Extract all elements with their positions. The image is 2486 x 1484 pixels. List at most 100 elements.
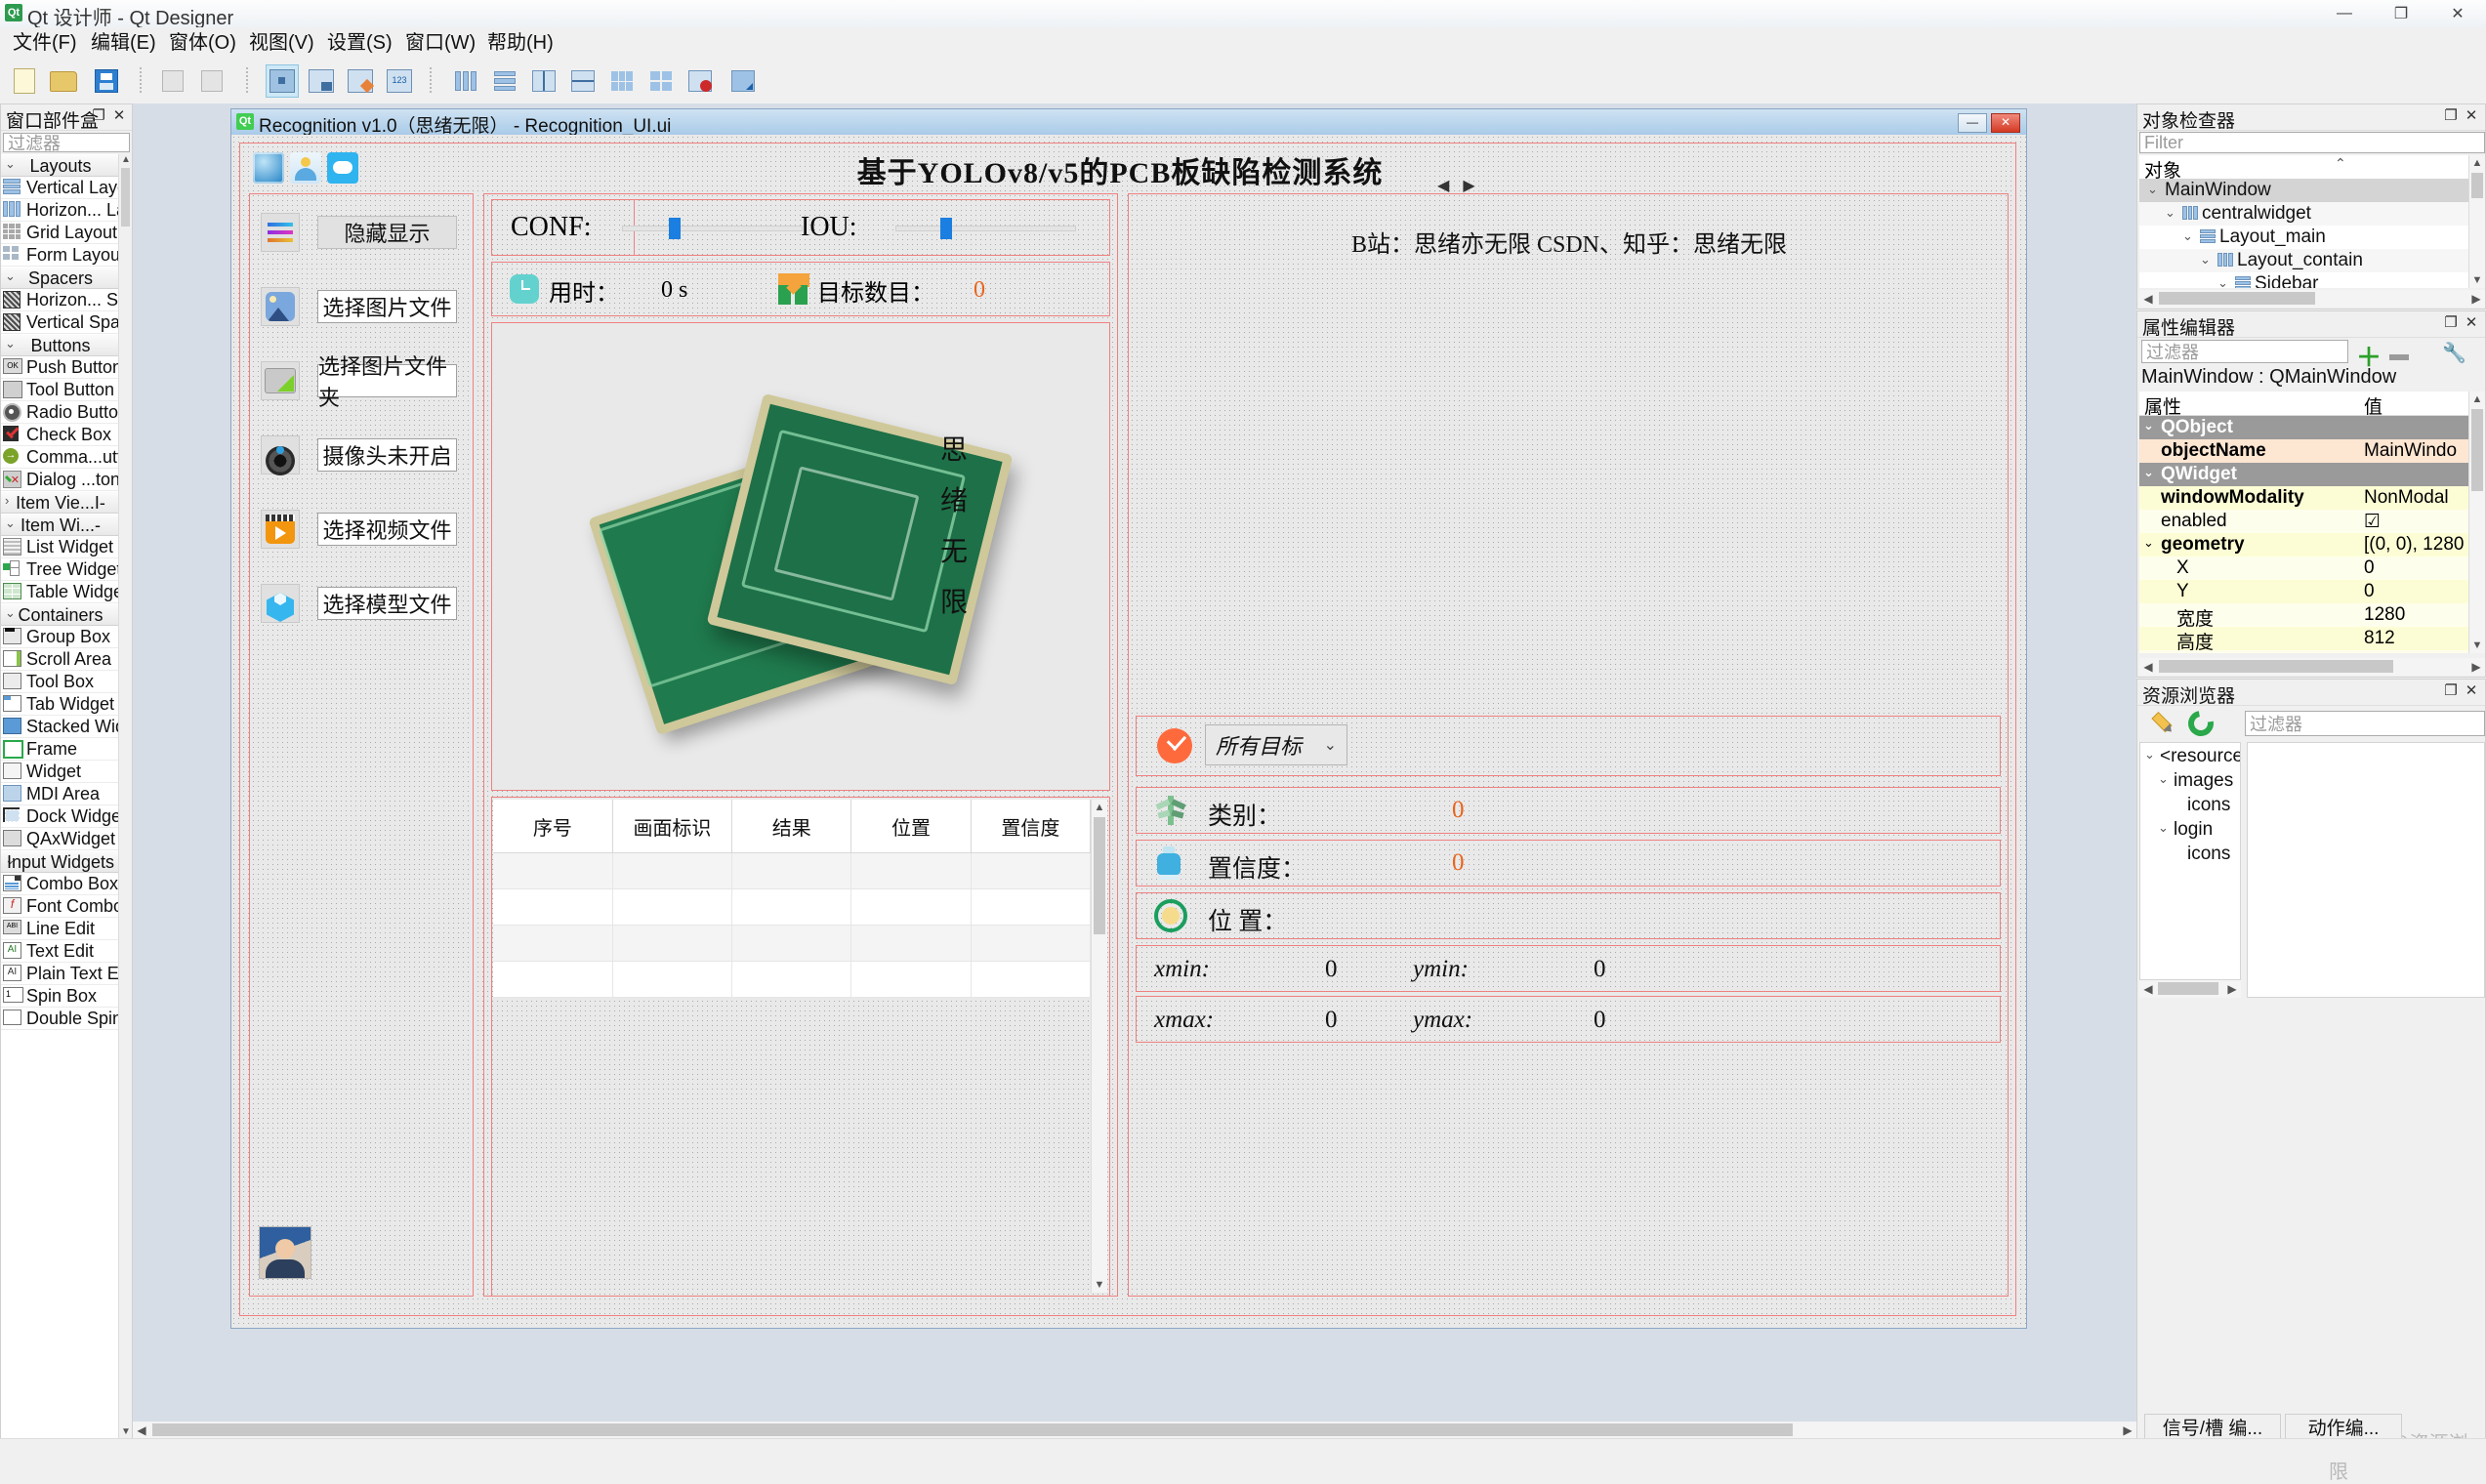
target-select[interactable]: 所有目标 ⌄: [1205, 724, 1347, 765]
adjust-size-button[interactable]: [726, 64, 760, 98]
user-icon[interactable]: [290, 152, 321, 184]
table-cell[interactable]: [971, 961, 1092, 998]
new-form-button[interactable]: [8, 64, 41, 98]
widget-box-item-12[interactable]: Check Box: [1, 424, 132, 446]
results-table-scrollbar[interactable]: ▲ ▼: [1091, 800, 1107, 1293]
edit-signals-button[interactable]: [305, 64, 338, 98]
widget-box-group-31[interactable]: ⌄ Input Widgets: [1, 850, 132, 873]
widget-box-group-0[interactable]: ⌄ Layouts: [1, 154, 132, 177]
menu-item-5[interactable]: 窗口(W): [396, 31, 484, 55]
table-cell[interactable]: [612, 888, 733, 926]
layout-form-button[interactable]: [644, 64, 678, 98]
widget-box-item-23[interactable]: Tool Box: [1, 671, 132, 693]
sidebar-button-3[interactable]: 摄像头未开启: [317, 438, 457, 472]
table-column-header-1[interactable]: 画面标识: [612, 800, 733, 853]
widget-box-item-9[interactable]: OK Push Button: [1, 356, 132, 379]
table-cell[interactable]: [493, 888, 613, 926]
widget-box-item-17[interactable]: List Widget: [1, 536, 132, 558]
menu-item-3[interactable]: 视图(V): [240, 31, 323, 55]
menu-item-0[interactable]: 文件(F): [4, 31, 86, 55]
break-layout-button[interactable]: [684, 64, 717, 98]
open-form-button[interactable]: [47, 64, 80, 98]
property-row-10[interactable]: ⌄ sizePolicy [Preferred, I: [2139, 650, 2469, 653]
nav-next-icon[interactable]: ▶: [1463, 178, 1488, 194]
mdi-horizontal-scrollbar[interactable]: ◀ ▶: [133, 1422, 2136, 1439]
property-value[interactable]: MainWindo: [2364, 440, 2457, 462]
table-row[interactable]: [493, 961, 1092, 998]
object-inspector-filter-input[interactable]: Filter: [2139, 132, 2485, 153]
property-editor-filter-input[interactable]: 过滤器: [2141, 340, 2348, 363]
table-column-header-0[interactable]: 序号: [493, 800, 613, 853]
table-cell[interactable]: [493, 925, 613, 962]
widget-box-item-7[interactable]: Vertical Spacer: [1, 311, 132, 334]
chevron-down-icon[interactable]: ⌄: [2147, 182, 2158, 197]
widget-box-item-33[interactable]: f Font Combo Box: [1, 895, 132, 918]
chevron-down-icon[interactable]: ⌄: [2158, 771, 2169, 787]
table-cell[interactable]: [493, 961, 613, 998]
resource-tree[interactable]: ⌄ <resource ... ⌄ images icons ⌄ login icons: [2139, 742, 2241, 980]
resource-tree-node-2[interactable]: icons: [2140, 794, 2240, 818]
layout-horizontal-button[interactable]: [449, 64, 482, 98]
chevron-down-icon[interactable]: ⌄: [2182, 228, 2193, 244]
chevron-down-icon[interactable]: ⌄: [2165, 205, 2175, 221]
widget-box-scrollbar[interactable]: ▲ ▼: [118, 154, 132, 1438]
table-row[interactable]: [493, 925, 1092, 962]
object-inspector-close-button[interactable]: ✕: [2463, 107, 2480, 125]
object-inspector-float-button[interactable]: ❐: [2442, 107, 2460, 125]
menu-item-1[interactable]: 编辑(E): [82, 31, 165, 55]
property-value[interactable]: [Preferred, I: [2364, 651, 2462, 653]
widget-box-item-14[interactable]: ✕ Dialog ...ton Box: [1, 469, 132, 491]
property-row-1[interactable]: objectName MainWindo: [2139, 439, 2469, 463]
widget-box-item-37[interactable]: 1 Spin Box: [1, 985, 132, 1008]
sidebar-button-5[interactable]: 选择模型文件: [317, 587, 457, 620]
table-cell[interactable]: [850, 961, 972, 998]
minimize-button[interactable]: —: [2316, 0, 2373, 27]
widget-box-group-15[interactable]: ›Item Vie...I-Based): [1, 491, 132, 533]
edit-widgets-button[interactable]: [266, 64, 299, 98]
chevron-down-icon[interactable]: ⌄: [2143, 418, 2154, 433]
property-row-0[interactable]: ⌄ QObject: [2139, 416, 2469, 439]
widget-box-item-36[interactable]: AI Plain Text Edit: [1, 963, 132, 985]
table-cell[interactable]: [850, 852, 972, 889]
sidebar-icon-3[interactable]: [261, 435, 300, 475]
table-row[interactable]: [493, 888, 1092, 926]
widget-box-item-1[interactable]: Vertical Layout: [1, 177, 132, 199]
property-row-6[interactable]: X0: [2139, 556, 2469, 580]
table-cell[interactable]: [731, 852, 852, 889]
copy-button[interactable]: [195, 64, 228, 98]
widget-box-item-19[interactable]: Table Widget: [1, 581, 132, 603]
iou-slider[interactable]: [895, 226, 1076, 231]
menu-item-6[interactable]: 帮助(H): [478, 31, 562, 55]
bottom-tab-1[interactable]: 动作编...: [2285, 1414, 2402, 1439]
configure-button[interactable]: 🔧: [2442, 341, 2466, 365]
widget-box-group-20[interactable]: ⌄ Containers: [1, 603, 132, 626]
pencil-icon[interactable]: [2144, 706, 2180, 742]
widget-box-item-25[interactable]: Stacked Widget: [1, 716, 132, 738]
form-close-button[interactable]: ✕: [1991, 113, 2020, 133]
resource-preview-area[interactable]: [2247, 742, 2485, 998]
object-tree-node-1[interactable]: ⌄ centralwidget: [2139, 202, 2469, 226]
widget-box-item-18[interactable]: Tree Widget: [1, 558, 132, 581]
table-cell[interactable]: [731, 888, 852, 926]
chevron-down-icon[interactable]: ⌄: [2143, 535, 2154, 551]
chevron-down-icon[interactable]: ⌄: [2144, 747, 2155, 763]
bottom-tab-0[interactable]: 信号/槽 编...: [2144, 1414, 2281, 1439]
cut-button[interactable]: [156, 64, 189, 98]
resource-browser-close-button[interactable]: ✕: [2463, 682, 2480, 700]
widget-box-item-3[interactable]: Grid Layout: [1, 222, 132, 244]
object-tree-node-4[interactable]: ⌄ Sidebar: [2139, 272, 2469, 288]
object-inspector-scrollbar[interactable]: ▲ ▼: [2468, 155, 2485, 288]
property-editor-close-button[interactable]: ✕: [2463, 314, 2480, 332]
resource-tree-node-1[interactable]: ⌄ images: [2140, 769, 2240, 794]
widget-box-item-32[interactable]: Combo Box: [1, 873, 132, 895]
sidebar-icon-2[interactable]: [261, 361, 300, 400]
table-cell[interactable]: [731, 925, 852, 962]
form-minimize-button[interactable]: —: [1958, 113, 1987, 133]
widget-box-item-11[interactable]: Radio Button: [1, 401, 132, 424]
layout-vertical-button[interactable]: [488, 64, 521, 98]
nav-prev-icon[interactable]: ◀: [1437, 178, 1463, 194]
widget-box-item-26[interactable]: Frame: [1, 738, 132, 761]
reload-icon[interactable]: [2182, 705, 2219, 742]
widget-box-group-8[interactable]: ⌄ Buttons: [1, 334, 132, 356]
log-icon[interactable]: [253, 152, 284, 184]
